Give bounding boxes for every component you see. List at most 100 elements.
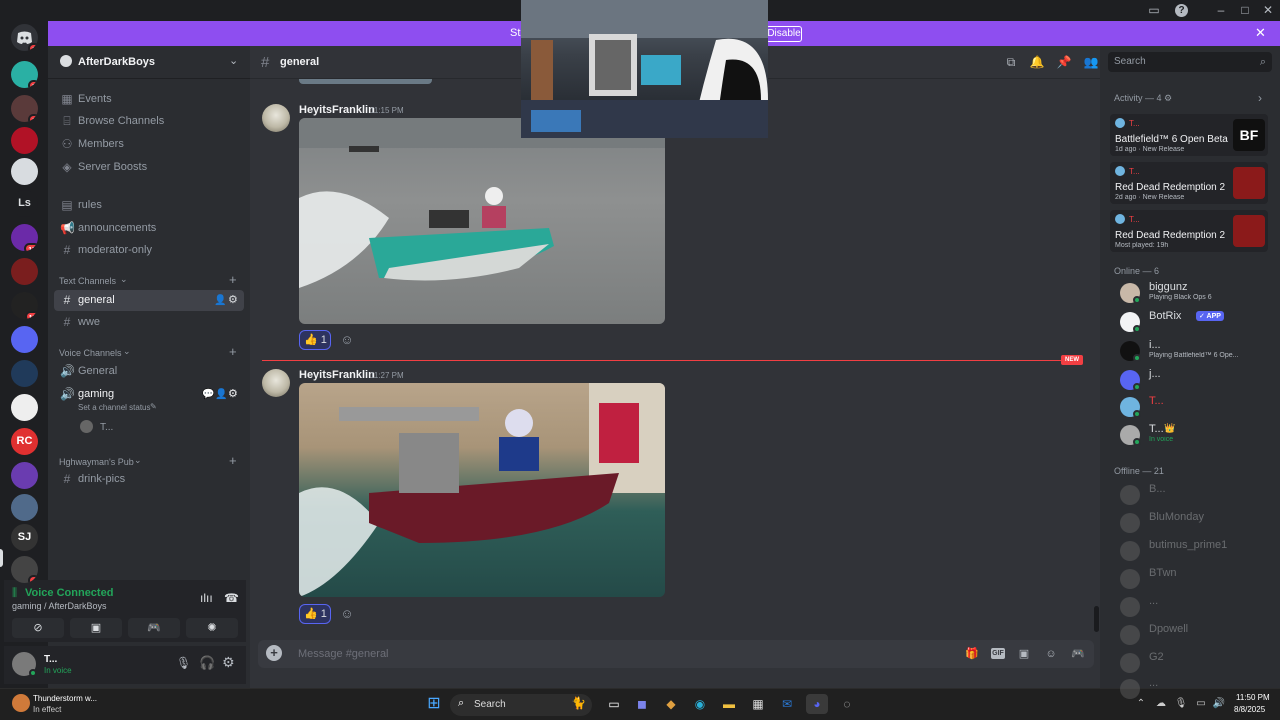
add-channel-icon[interactable]: + <box>229 453 237 468</box>
file-explorer-icon[interactable]: ▬ <box>718 694 740 714</box>
offline-member[interactable]: BluMonday <box>1118 510 1268 536</box>
member-list-icon[interactable]: 👥 <box>1083 55 1099 71</box>
pencil-icon[interactable]: ✎ <box>150 402 157 411</box>
gear-icon[interactable]: ⚙ <box>1164 93 1172 103</box>
member-biggunz[interactable]: biggunz Playing Black Ops 6 <box>1118 280 1268 306</box>
gif-icon[interactable]: GIF <box>991 648 1005 659</box>
server-icon-9[interactable] <box>11 326 38 353</box>
server-icon-1[interactable]: 3 <box>11 61 38 88</box>
add-reaction-icon[interactable]: ☺ <box>339 606 355 622</box>
channel-wwe[interactable]: # wwe <box>54 312 244 333</box>
emoji-icon[interactable]: ☺ <box>1044 647 1058 661</box>
invite-icon[interactable]: 👤 <box>214 290 226 311</box>
invite-icon[interactable]: 👤 <box>215 384 227 405</box>
server-icon-10[interactable] <box>11 360 38 387</box>
previous-image-edge[interactable] <box>299 79 432 84</box>
message-author[interactable]: HeyitsFranklin <box>299 104 375 116</box>
server-icon-14[interactable] <box>11 494 38 521</box>
camera-off-button[interactable]: ⊘ <box>12 618 64 638</box>
channel-voice-general[interactable]: 🔊 General <box>54 361 244 382</box>
member-T...[interactable]: T... 👑 In voice <box>1118 422 1268 448</box>
composer-placeholder[interactable]: Message #general <box>298 648 389 660</box>
server-icon-15[interactable]: SJ <box>11 524 38 551</box>
offline-member[interactable]: Dpowell <box>1118 622 1268 648</box>
banner-close-icon[interactable]: ✕ <box>1255 25 1266 41</box>
teams-icon[interactable]: ◼ <box>631 694 653 714</box>
member-i...[interactable]: i... Playing Battlefield™ 6 Ope... <box>1118 338 1268 364</box>
channel-calendar[interactable]: ▦ Events <box>54 89 244 110</box>
steam-icon[interactable]: ◌ <box>836 694 858 714</box>
bell-icon[interactable]: 🔔 <box>1029 55 1045 71</box>
channel-boost[interactable]: ◈ Server Boosts <box>54 157 244 178</box>
channel-status[interactable]: Set a channel status <box>78 403 151 412</box>
channel-general[interactable]: # general 👤 ⚙ <box>54 290 244 311</box>
minimize-icon[interactable]: – <box>1213 3 1229 18</box>
server-icon-12[interactable]: RC <box>11 428 38 455</box>
server-icon-2[interactable]: 1 <box>11 95 38 122</box>
maximize-icon[interactable]: □ <box>1237 3 1253 18</box>
category-voice-channels[interactable]: Voice Channels <box>59 348 122 358</box>
search-input[interactable]: Search ⌕ <box>1108 52 1272 72</box>
pin-icon[interactable]: 📌 <box>1056 55 1072 71</box>
windows-start-icon[interactable]: ⊞ <box>423 694 445 714</box>
attach-plus-icon[interactable]: + <box>266 645 282 661</box>
server-icon-8[interactable]: 11 <box>11 292 38 319</box>
disconnect-icon[interactable]: ☎ <box>224 591 239 605</box>
channel-moderator-only[interactable]: # moderator-only <box>54 240 244 261</box>
author-avatar[interactable] <box>262 369 290 397</box>
voice-location[interactable]: gaming / AfterDarkBoys <box>12 601 107 611</box>
activity-card[interactable]: T... Battlefield™ 6 Open Beta 1d ago · New… <box>1110 114 1268 156</box>
channel-settings-icon[interactable]: ⚙ <box>228 290 238 311</box>
category-text-channels[interactable]: Text Channels <box>59 276 116 286</box>
server-icon-5[interactable]: Ls <box>11 190 38 217</box>
chat-scrollbar[interactable] <box>1094 606 1099 632</box>
voice-member-avatar[interactable] <box>80 420 93 433</box>
category-pub[interactable]: Hghwayman's Pub <box>59 457 134 467</box>
close-icon[interactable]: ✕ <box>1260 3 1276 18</box>
offline-member[interactable]: butimus_prime1 <box>1118 538 1268 564</box>
offline-member[interactable]: ... <box>1118 676 1268 702</box>
offline-member[interactable]: BTwn <box>1118 566 1268 592</box>
channel-browse[interactable]: ⌸ Browse Channels <box>54 111 244 132</box>
microphone-icon[interactable]: 🎙 <box>176 656 191 670</box>
sticker-icon[interactable]: ▣ <box>1017 647 1031 661</box>
task-view-icon[interactable]: ▭ <box>603 694 625 714</box>
apps-icon[interactable]: 🎮 <box>1071 647 1085 661</box>
noise-suppression-icon[interactable]: ılıı <box>200 591 213 605</box>
edge-icon[interactable]: ◉ <box>689 694 711 714</box>
message-author[interactable]: HeyitsFranklin <box>299 369 375 381</box>
reaction-thumbs-up[interactable]: 👍 1 <box>299 330 331 350</box>
inbox-icon[interactable]: ▭ <box>1146 3 1162 18</box>
home-button[interactable]: 1 <box>11 24 38 51</box>
offline-member[interactable]: G2 <box>1118 650 1268 676</box>
offline-member[interactable]: B... <box>1118 482 1268 508</box>
activity-card[interactable]: T... Red Dead Redemption 2 Most played: 19… <box>1110 210 1268 252</box>
add-channel-icon[interactable]: + <box>229 272 237 287</box>
stream-overlay-video[interactable] <box>521 0 768 138</box>
weather-icon[interactable] <box>12 694 30 712</box>
taskbar-search[interactable]: ⌕ Search 🐈 <box>450 694 592 716</box>
screen-share-button[interactable]: ▣ <box>70 618 122 638</box>
user-avatar[interactable] <box>12 652 37 677</box>
help-icon[interactable]: ? <box>1175 4 1188 17</box>
channel-announcements[interactable]: 📢 announcements <box>54 218 244 239</box>
discord-taskbar-icon[interactable]: ◕ <box>806 694 828 714</box>
channel-drink-pics[interactable]: # drink-pics <box>54 469 244 490</box>
boat-photo-maroon[interactable] <box>299 383 665 597</box>
activity-button[interactable]: 🎮 <box>128 618 180 638</box>
voice-member-name[interactable]: T... <box>100 422 113 433</box>
store-icon[interactable]: ▦ <box>747 694 769 714</box>
boat-photo-teal[interactable] <box>299 118 665 324</box>
outlook-icon[interactable]: ✉ <box>776 694 798 714</box>
chevron-right-icon[interactable]: › <box>1258 91 1262 105</box>
soundboard-button[interactable]: ✺ <box>186 618 238 638</box>
offline-member[interactable]: ... <box>1118 594 1268 620</box>
copilot-icon[interactable]: ◆ <box>660 694 682 714</box>
reaction-thumbs-up[interactable]: 👍 1 <box>299 604 331 624</box>
author-avatar[interactable] <box>262 104 290 132</box>
threads-icon[interactable]: ⧉ <box>1003 55 1019 71</box>
server-icon-16[interactable]: 4 <box>11 556 38 583</box>
add-reaction-icon[interactable]: ☺ <box>339 332 355 348</box>
channel-settings-icon[interactable]: ⚙ <box>228 384 238 405</box>
member-T...[interactable]: T... <box>1118 394 1268 420</box>
